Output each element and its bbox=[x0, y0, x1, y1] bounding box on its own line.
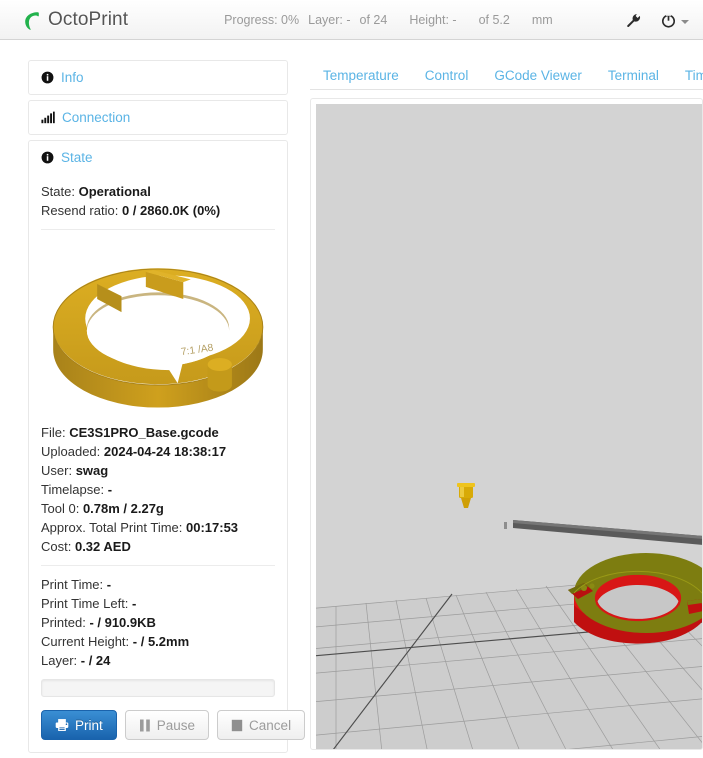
info-circle-icon bbox=[41, 71, 54, 84]
file-info-row: User: swag bbox=[41, 461, 275, 480]
state-line: State: Operational bbox=[41, 182, 275, 201]
print-info-row: Current Height: - / 5.2mm bbox=[41, 632, 275, 651]
navbar-layer: Layer: - bbox=[308, 12, 351, 27]
layer-key: Layer: bbox=[41, 653, 78, 668]
navbar-layer-total: of 24 bbox=[359, 12, 388, 27]
state-key: State: bbox=[41, 184, 75, 199]
sidebar-item-state-label: State bbox=[61, 150, 93, 165]
signal-bars-icon bbox=[41, 111, 55, 124]
printer-icon bbox=[55, 718, 69, 732]
divider bbox=[41, 229, 275, 230]
sidebar-item-info-label: Info bbox=[61, 70, 84, 85]
divider bbox=[41, 565, 275, 566]
print-time-value: - bbox=[106, 577, 112, 592]
current-height-key: Current Height: bbox=[41, 634, 130, 649]
print-info-row: Print Time Left: - bbox=[41, 594, 275, 613]
navbar-print-stats: Progress: 0% Layer: - of 24 Height: - of… bbox=[224, 13, 562, 27]
file-key: File: bbox=[41, 425, 66, 440]
tab-terminal[interactable]: Terminal bbox=[595, 63, 672, 89]
total-print-time-key: Approx. Total Print Time: bbox=[41, 520, 183, 535]
print-button-label: Print bbox=[75, 717, 103, 733]
main-content: Temperature Control GCode Viewer Termina… bbox=[310, 60, 703, 750]
file-value: CE3S1PRO_Base.gcode bbox=[69, 425, 219, 440]
tab-control[interactable]: Control bbox=[412, 63, 482, 89]
gcode-viewer-card bbox=[310, 98, 703, 750]
tab-gcode-viewer[interactable]: GCode Viewer bbox=[481, 63, 595, 89]
print-button[interactable]: Print bbox=[41, 710, 117, 740]
brand-label: OctoPrint bbox=[48, 8, 129, 30]
layer-value: - / 24 bbox=[80, 653, 111, 668]
main-tab-bar: Temperature Control GCode Viewer Termina… bbox=[310, 60, 703, 90]
cost-key: Cost: bbox=[41, 539, 72, 554]
printed-value: - / 910.9KB bbox=[89, 615, 156, 630]
pause-icon bbox=[139, 719, 151, 732]
file-info-row: Uploaded: 2024-04-24 18:38:17 bbox=[41, 442, 275, 461]
print-progress-bar bbox=[41, 679, 275, 697]
user-key: User: bbox=[41, 463, 73, 478]
sidebar-panel-info: Info bbox=[28, 60, 288, 95]
sidebar-item-connection-label: Connection bbox=[62, 110, 131, 125]
print-info-row: Printed: - / 910.9KB bbox=[41, 613, 275, 632]
total-print-time-value: 00:17:53 bbox=[186, 520, 239, 535]
print-time-left-key: Print Time Left: bbox=[41, 596, 129, 611]
print-info-row: Print Time: - bbox=[41, 575, 275, 594]
print-time-left-value: - bbox=[132, 596, 137, 611]
brand-logo[interactable]: OctoPrint bbox=[22, 9, 128, 31]
resend-ratio-key: Resend ratio: bbox=[41, 203, 119, 218]
model-thumbnail: 7:1 /A8 bbox=[41, 239, 275, 417]
timelapse-key: Timelapse: bbox=[41, 482, 105, 497]
print-info-row: Layer: - / 24 bbox=[41, 651, 275, 670]
sidebar-item-info[interactable]: Info bbox=[29, 61, 287, 94]
file-info-row: Cost: 0.32 AED bbox=[41, 537, 275, 556]
uploaded-value: 2024-04-24 18:38:17 bbox=[103, 444, 227, 459]
tool0-value: 0.78m / 2.27g bbox=[82, 501, 164, 516]
print-time-key: Print Time: bbox=[41, 577, 104, 592]
tab-timelapse[interactable]: Timelapse bbox=[672, 63, 703, 89]
cost-value: 0.32 AED bbox=[74, 539, 131, 554]
state-value: Operational bbox=[78, 184, 151, 199]
pause-button[interactable]: Pause bbox=[124, 710, 210, 740]
pause-button-label: Pause bbox=[156, 717, 196, 733]
navbar-unit: mm bbox=[531, 12, 553, 27]
resend-ratio-line: Resend ratio: 0 / 2860.0K (0%) bbox=[41, 201, 275, 220]
info-circle-icon bbox=[41, 151, 54, 164]
sidebar-item-connection[interactable]: Connection bbox=[29, 101, 287, 134]
state-panel-body: State: Operational Resend ratio: 0 / 286… bbox=[29, 174, 306, 752]
stop-icon bbox=[231, 719, 243, 732]
file-info-list: File: CE3S1PRO_Base.gcode Uploaded: 2024… bbox=[41, 423, 275, 556]
cancel-button[interactable]: Cancel bbox=[217, 710, 306, 740]
resend-ratio-value: 0 / 2860.0K (0%) bbox=[121, 203, 221, 218]
tab-temperature[interactable]: Temperature bbox=[310, 63, 412, 89]
power-menu-button[interactable] bbox=[661, 13, 689, 28]
navbar-height-total: of 5.2 bbox=[478, 12, 510, 27]
sidebar-item-state[interactable]: State bbox=[29, 141, 287, 174]
navbar-icon-group bbox=[606, 0, 689, 40]
tool0-key: Tool 0: bbox=[41, 501, 80, 516]
cancel-button-label: Cancel bbox=[249, 717, 292, 733]
navbar-progress: Progress: 0% bbox=[224, 12, 300, 27]
current-height-value: - / 5.2mm bbox=[132, 634, 190, 649]
octoprint-logo-icon bbox=[22, 10, 42, 32]
wrench-icon[interactable] bbox=[626, 13, 641, 28]
sidebar-panel-state: State State: Operational Resend ratio: 0… bbox=[28, 140, 306, 753]
file-info-row: Approx. Total Print Time: 00:17:53 bbox=[41, 518, 275, 537]
sidebar-panel-connection: Connection bbox=[28, 100, 288, 135]
timelapse-value: - bbox=[107, 482, 113, 497]
file-info-row: File: CE3S1PRO_Base.gcode bbox=[41, 423, 275, 442]
print-info-list: Print Time: - Print Time Left: - Printed… bbox=[41, 575, 275, 670]
top-navbar: OctoPrint Progress: 0% Layer: - of 24 He… bbox=[0, 0, 703, 40]
file-info-row: Timelapse: - bbox=[41, 480, 275, 499]
gcode-3d-viewport[interactable] bbox=[316, 104, 702, 749]
navbar-height: Height: - bbox=[409, 12, 457, 27]
file-info-row: Tool 0: 0.78m / 2.27g bbox=[41, 499, 275, 518]
chevron-down-icon bbox=[681, 20, 689, 24]
printed-key: Printed: bbox=[41, 615, 86, 630]
print-control-buttons: Print Pause Cancel bbox=[41, 710, 306, 740]
viewport-scene bbox=[316, 104, 702, 749]
sidebar: Info Connection State State: Operational… bbox=[28, 60, 306, 758]
uploaded-key: Uploaded: bbox=[41, 444, 101, 459]
user-value: swag bbox=[75, 463, 109, 478]
